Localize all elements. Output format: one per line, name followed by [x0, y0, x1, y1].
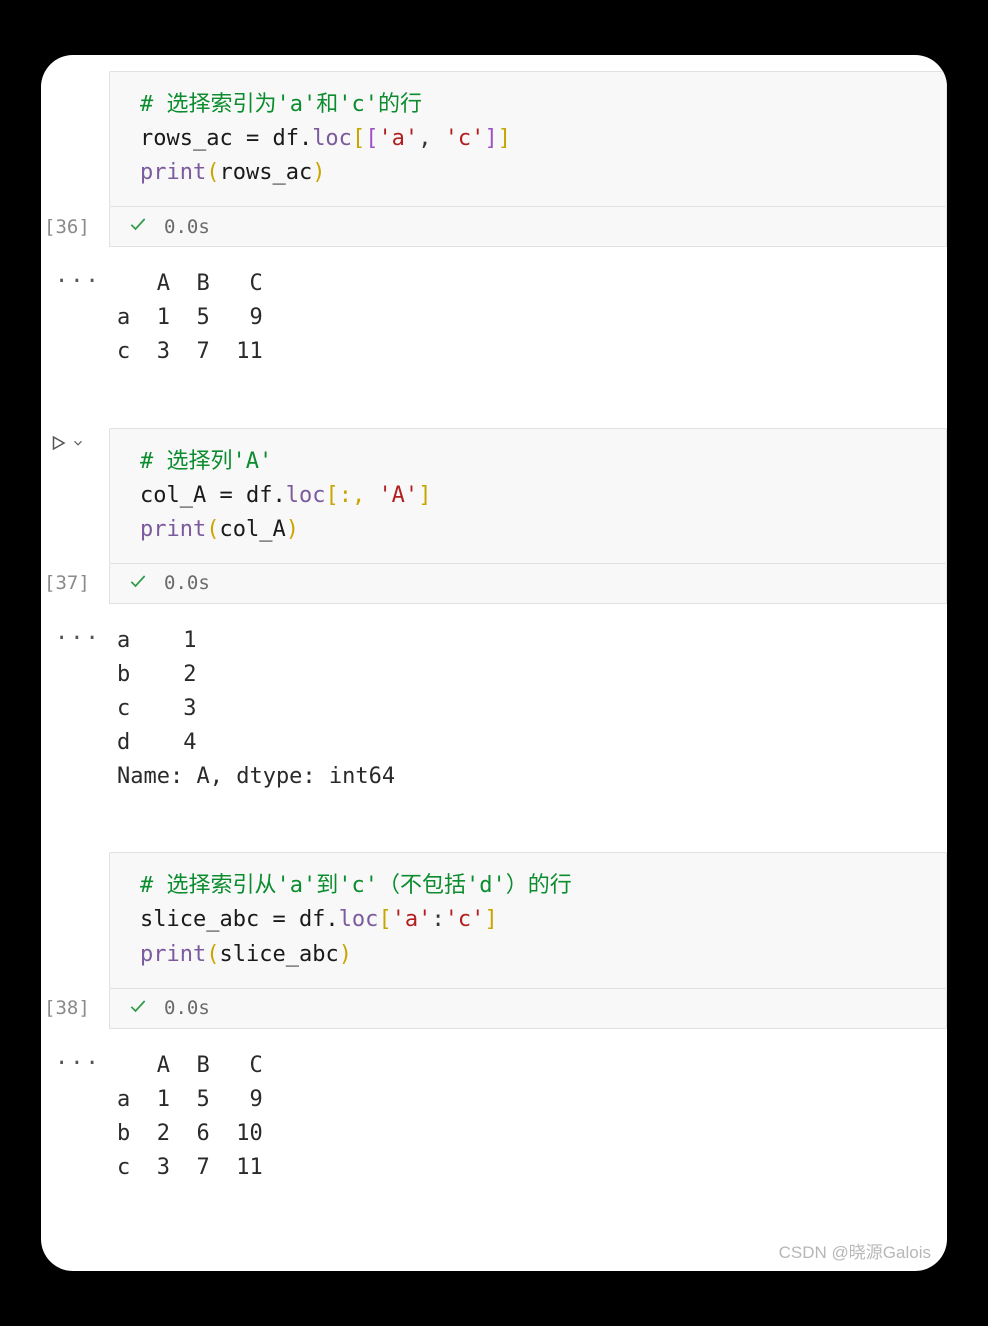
- code-text: loc: [312, 126, 352, 151]
- exec-count: [36]: [44, 216, 90, 238]
- exec-count: [37]: [44, 572, 90, 594]
- duration-text: 0.0s: [164, 216, 210, 238]
- status-bar: [36] 0.0s: [109, 207, 947, 247]
- code-input-38[interactable]: # 选择索引从'a'到'c'（不包括'd'）的行 slice_abc = df.…: [109, 852, 947, 988]
- output-text: A B C a 1 5 9 c 3 7 11: [109, 267, 947, 369]
- notebook-panel: # 选择索引为'a'和'c'的行 rows_ac = df.loc[['a', …: [41, 55, 947, 1271]
- output-36: ··· A B C a 1 5 9 c 3 7 11: [109, 267, 947, 369]
- code-text: slice_abc = df.: [140, 907, 339, 932]
- code-comment: # 选择索引为'a'和'c'的行: [140, 92, 422, 117]
- code-text: ]: [418, 483, 431, 508]
- code-text: [: [378, 907, 391, 932]
- duration-text: 0.0s: [164, 997, 210, 1019]
- watermark: CSDN @晓源Galois: [779, 1238, 931, 1263]
- code-text: ]: [484, 126, 497, 151]
- status-bar: [38] 0.0s: [109, 989, 947, 1029]
- code-text: 'a': [392, 907, 432, 932]
- code-text: col_A: [219, 517, 285, 542]
- status-bar: [37] 0.0s: [109, 564, 947, 604]
- code-input-36[interactable]: # 选择索引为'a'和'c'的行 rows_ac = df.loc[['a', …: [109, 71, 947, 207]
- code-text: [:,: [325, 483, 378, 508]
- code-text: print: [140, 160, 206, 185]
- code-comment: # 选择列'A': [140, 449, 272, 474]
- cell-36: # 选择索引为'a'和'c'的行 rows_ac = df.loc[['a', …: [41, 71, 947, 370]
- code-text: [: [352, 126, 365, 151]
- code-text: 'c': [445, 907, 485, 932]
- code-text: ): [286, 517, 299, 542]
- run-cell-button[interactable]: [49, 434, 105, 452]
- code-text: col_A = df.: [140, 483, 286, 508]
- code-text: print: [140, 517, 206, 542]
- code-text: rows_ac = df.: [140, 126, 312, 151]
- code-text: print: [140, 942, 206, 967]
- code-text: loc: [286, 483, 326, 508]
- code-comment: # 选择索引从'a'到'c'（不包括'd'）的行: [140, 873, 572, 898]
- code-text: loc: [339, 907, 379, 932]
- code-text: slice_abc: [219, 942, 338, 967]
- cell-37: # 选择列'A' col_A = df.loc[:, 'A'] print(co…: [41, 428, 947, 795]
- output-menu-icon[interactable]: ···: [55, 1051, 101, 1076]
- code-text: (: [206, 517, 219, 542]
- code-text: 'c': [445, 126, 485, 151]
- checkmark-icon: [128, 571, 148, 596]
- code-text: rows_ac: [219, 160, 312, 185]
- code-text: 'A': [378, 483, 418, 508]
- code-text: ,: [418, 126, 445, 151]
- duration-text: 0.0s: [164, 572, 210, 594]
- output-37: ··· a 1 b 2 c 3 d 4 Name: A, dtype: int6…: [109, 624, 947, 794]
- output-menu-icon[interactable]: ···: [55, 626, 101, 651]
- code-text: [: [365, 126, 378, 151]
- code-text: ]: [484, 907, 497, 932]
- exec-count: [38]: [44, 997, 90, 1019]
- code-text: (: [206, 160, 219, 185]
- checkmark-icon: [128, 214, 148, 239]
- code-text: ): [312, 160, 325, 185]
- code-text: (: [206, 942, 219, 967]
- output-text: A B C a 1 5 9 b 2 6 10 c 3 7 11: [109, 1049, 947, 1185]
- code-input-37[interactable]: # 选择列'A' col_A = df.loc[:, 'A'] print(co…: [109, 428, 947, 564]
- cell-38: # 选择索引从'a'到'c'（不包括'd'）的行 slice_abc = df.…: [41, 852, 947, 1185]
- chevron-down-icon[interactable]: [71, 436, 85, 450]
- checkmark-icon: [128, 996, 148, 1021]
- code-text: ): [339, 942, 352, 967]
- output-text: a 1 b 2 c 3 d 4 Name: A, dtype: int64: [109, 624, 947, 794]
- code-text: :: [431, 907, 444, 932]
- code-text: 'a': [378, 126, 418, 151]
- output-menu-icon[interactable]: ···: [55, 269, 101, 294]
- output-38: ··· A B C a 1 5 9 b 2 6 10 c 3 7 11: [109, 1049, 947, 1185]
- code-text: ]: [498, 126, 511, 151]
